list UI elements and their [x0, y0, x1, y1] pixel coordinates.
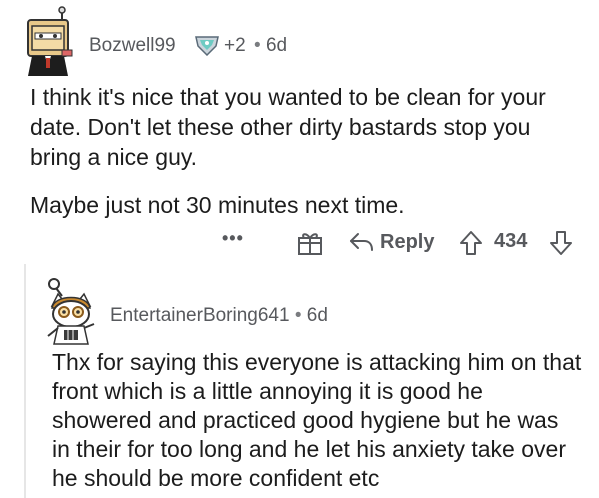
more-icon[interactable]: ••• — [222, 228, 252, 248]
timestamp-text: 6d — [265, 35, 288, 56]
avatar[interactable] — [18, 6, 80, 78]
thread-line[interactable] — [24, 264, 26, 498]
separator-dot: • — [294, 305, 302, 326]
separator-dot: • — [254, 35, 261, 56]
comment-paragraph: Maybe just not 30 minutes next time. — [30, 192, 405, 218]
reply-label: Reply — [380, 230, 435, 253]
timestamp-text: 6d — [306, 305, 328, 326]
reply-icon — [350, 233, 373, 251]
comment-body: I think it's nice that you wanted to be … — [30, 82, 570, 238]
upvote-icon[interactable] — [458, 230, 484, 256]
reply-body: Thx for saying this everyone is attackin… — [52, 349, 582, 491]
username[interactable]: EntertainerBoring641 — [110, 305, 290, 326]
comment-paragraph: I think it's nice that you wanted to be … — [30, 84, 546, 170]
gift-award-icon[interactable] — [296, 230, 324, 256]
username[interactable]: Bozwell99 — [89, 35, 176, 57]
timestamp: • 6d — [254, 35, 287, 57]
award-count: +2 — [224, 35, 246, 56]
reply-button[interactable]: Reply — [348, 227, 434, 257]
downvote-icon[interactable] — [548, 230, 574, 256]
reply-username-line: EntertainerBoring641 • 6d — [110, 305, 328, 327]
award-icon[interactable] — [194, 34, 220, 57]
avatar[interactable] — [40, 276, 102, 346]
more-label: ••• — [222, 228, 244, 248]
vote-count: 434 — [494, 230, 528, 252]
